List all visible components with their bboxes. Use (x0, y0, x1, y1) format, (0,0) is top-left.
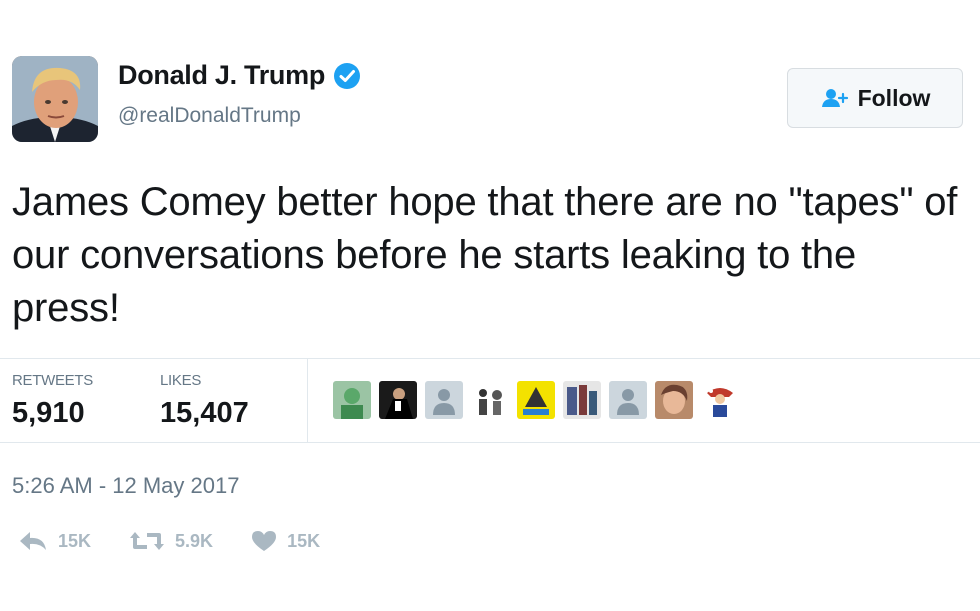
verified-badge-icon (334, 62, 361, 89)
reply-button[interactable]: 15K (18, 530, 91, 552)
liker-avatar[interactable] (425, 381, 463, 419)
follow-label: Follow (857, 84, 931, 111)
liker-avatar[interactable] (471, 381, 509, 419)
author-name[interactable]: Donald J. Trump (118, 60, 325, 91)
tweet-actions: 15K 5.9K 15K (18, 530, 358, 552)
liker-avatar[interactable] (655, 381, 693, 419)
heart-icon (252, 531, 277, 551)
liker-avatar[interactable] (563, 381, 601, 419)
retweets-count: 5,910 (12, 397, 85, 429)
retweets-stat[interactable]: RETWEETS 5,910 (12, 372, 93, 430)
liker-avatar[interactable] (333, 381, 371, 419)
retweet-button[interactable]: 5.9K (129, 530, 213, 552)
stat-divider (307, 358, 308, 442)
liker-avatar[interactable] (379, 381, 417, 419)
likes-stat[interactable]: LIKES 15,407 (160, 372, 249, 430)
likes-label: LIKES (160, 372, 202, 389)
like-button[interactable]: 15K (251, 530, 320, 552)
liker-avatar[interactable] (701, 381, 739, 419)
tweet-timestamp[interactable]: 5:26 AM - 12 May 2017 (12, 473, 239, 499)
liker-avatars (333, 381, 739, 419)
retweet-icon (130, 532, 165, 550)
liker-avatar[interactable] (517, 381, 555, 419)
retweets-label: RETWEETS (12, 372, 93, 389)
likes-count: 15,407 (160, 397, 249, 429)
author-handle[interactable]: @realDonaldTrump (118, 104, 301, 128)
tweet-card: Donald J. Trump @realDonaldTrump Follow … (0, 0, 980, 611)
follow-button[interactable]: Follow (787, 68, 963, 128)
author-name-row: Donald J. Trump (118, 60, 361, 91)
author-avatar[interactable] (12, 56, 98, 142)
divider (0, 442, 980, 443)
retweet-count: 5.9K (175, 530, 214, 551)
liker-avatar[interactable] (609, 381, 647, 419)
reply-count: 15K (58, 530, 92, 551)
add-user-icon (821, 89, 848, 107)
reply-icon (20, 532, 46, 550)
tweet-text: James Comey better hope that there are n… (12, 180, 958, 330)
divider (0, 358, 980, 359)
like-count: 15K (287, 530, 321, 551)
